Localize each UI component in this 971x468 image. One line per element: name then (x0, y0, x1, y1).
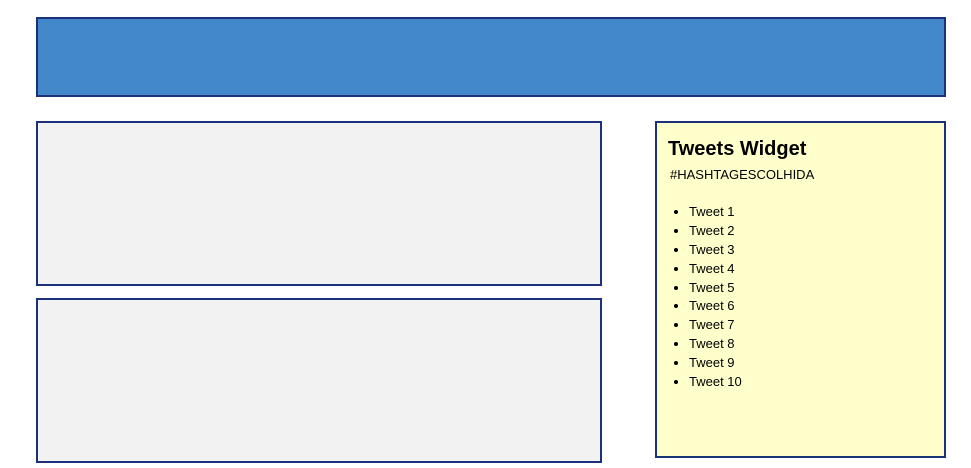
widget-hashtag: #HASHTAGESCOLHIDA (670, 167, 815, 182)
tweet-item: Tweet 1 (689, 203, 742, 222)
tweet-item: Tweet 8 (689, 335, 742, 354)
tweet-item: Tweet 4 (689, 260, 742, 279)
tweet-item: Tweet 5 (689, 279, 742, 298)
tweet-item: Tweet 10 (689, 373, 742, 392)
content-panel-top (36, 121, 602, 286)
tweet-item: Tweet 6 (689, 297, 742, 316)
header-banner (36, 17, 946, 97)
tweet-list: Tweet 1 Tweet 2 Tweet 3 Tweet 4 Tweet 5 … (657, 203, 742, 392)
tweet-item: Tweet 3 (689, 241, 742, 260)
tweets-widget: Tweets Widget #HASHTAGESCOLHIDA Tweet 1 … (655, 121, 946, 458)
tweet-item: Tweet 7 (689, 316, 742, 335)
widget-title: Tweets Widget (668, 138, 807, 160)
content-panel-bottom (36, 298, 602, 463)
tweet-item: Tweet 9 (689, 354, 742, 373)
tweet-item: Tweet 2 (689, 222, 742, 241)
